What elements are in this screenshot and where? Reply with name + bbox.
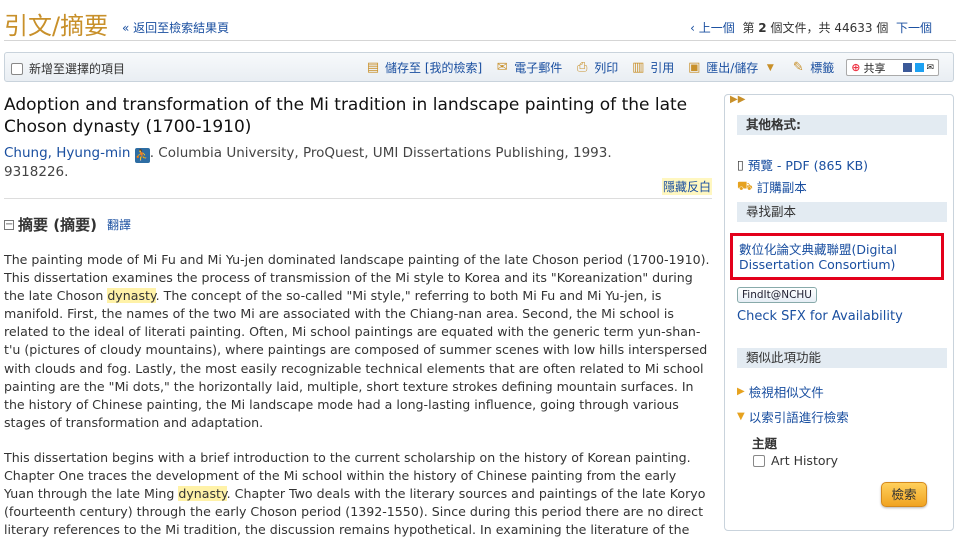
- add-selected-label: 新增至選擇的項目: [29, 62, 126, 76]
- document-main: Adoption and transformation of the Mi tr…: [4, 94, 712, 537]
- collapse-sidebar-icon[interactable]: ▶▶: [730, 94, 745, 105]
- next-document-link[interactable]: 下一個: [896, 21, 932, 35]
- cite-label: 引用: [650, 61, 675, 75]
- add-selected-checkbox[interactable]: [11, 62, 23, 75]
- share-label: 共享: [863, 61, 886, 75]
- preview-pdf-label: 預覽 - PDF (865 KB): [747, 158, 869, 173]
- export-save-button[interactable]: ▣ 匯出/儲存 ▼: [686, 59, 778, 76]
- result-pager: ‹ 上一個 第 2 個文件，共 44633 個 下一個: [690, 19, 932, 36]
- hide-highlight-link[interactable]: 隱藏反白: [661, 178, 712, 195]
- cart-icon: ⛟: [737, 178, 753, 193]
- other-formats-heading: 其他格式:: [737, 115, 947, 135]
- similar-features-heading: 類似此項功能: [737, 348, 947, 368]
- translate-link[interactable]: 翻譯: [107, 216, 131, 233]
- subject-checkbox[interactable]: [753, 454, 765, 467]
- email-button[interactable]: ✉ 電子郵件: [494, 59, 562, 76]
- cite-button[interactable]: ▥ 引用: [630, 59, 674, 76]
- share-button[interactable]: ⊕ 共享 ✉: [846, 59, 940, 76]
- current-document-number: 2: [758, 21, 767, 35]
- abstract-paragraph: This dissertation begins with a brief in…: [4, 449, 710, 539]
- index-term-search-link[interactable]: ▼ 以索引語進行檢索: [737, 407, 849, 426]
- expand-arrow-icon: ▶: [737, 386, 745, 397]
- document-title: Adoption and transformation of the Mi tr…: [4, 95, 688, 137]
- dropdown-arrow-icon: ▼: [766, 62, 774, 73]
- highlighted-term: dynasty: [107, 288, 156, 304]
- author-profile-icon[interactable]: ⛹: [134, 148, 150, 163]
- document-number: 9318226.: [4, 164, 69, 180]
- export-label: 匯出/儲存: [706, 61, 759, 75]
- document-byline: Chung, Hyung-min ⛹. Columbia University,…: [4, 144, 712, 182]
- abstract-text: The painting mode of Mi Fu and Mi Yu-jen…: [4, 251, 710, 539]
- preview-pdf-link[interactable]: ▯ 預覽 - PDF (865 KB): [737, 155, 868, 174]
- total-documents: 44633: [834, 21, 873, 35]
- view-similar-label: 檢視相似文件: [748, 385, 824, 400]
- order-copy-label: 訂購副本: [756, 180, 807, 195]
- sidebar-panel: ▶▶ 其他格式: ▯ 預覽 - PDF (865 KB) ⛟ 訂購副本 尋找副本…: [724, 94, 954, 531]
- subject-option: Art History: [753, 453, 838, 468]
- pager-text-b: 個文件，共: [770, 21, 831, 35]
- save-to-my-research-button[interactable]: ▤ 儲存至 [我的檢索]: [365, 59, 482, 76]
- printer-icon: ⎙: [577, 59, 588, 75]
- tag-icon: ✎: [792, 59, 804, 75]
- digital-dissertation-consortium-link[interactable]: 數位化論文典藏聯盟(Digital Dissertation Consortiu…: [739, 242, 941, 272]
- save-to-label: 儲存至 [我的檢索]: [385, 61, 483, 75]
- tags-label: 標籤: [810, 61, 835, 75]
- header-divider: [4, 40, 956, 41]
- subject-option-label: Art History: [771, 453, 839, 468]
- pager-text-c: 個: [876, 21, 889, 35]
- highlight-box: 數位化論文典藏聯盟(Digital Dissertation Consortiu…: [730, 233, 944, 280]
- find-copy-heading: 尋找副本: [737, 202, 947, 222]
- findit-button[interactable]: FindIt@NCHU: [737, 287, 817, 303]
- print-button[interactable]: ⎙ 列印: [574, 59, 618, 76]
- index-search-label: 以索引語進行檢索: [748, 410, 849, 425]
- abstract-paragraph: The painting mode of Mi Fu and Mi Yu-jen…: [4, 251, 710, 432]
- twitter-icon: [914, 63, 924, 72]
- print-label: 列印: [594, 61, 619, 75]
- document-icon: ▥: [632, 59, 645, 75]
- pdf-icon: ▯: [737, 157, 744, 172]
- check-sfx-link[interactable]: Check SFX for Availability: [737, 309, 903, 324]
- previous-document-link[interactable]: ‹ 上一個: [690, 21, 735, 35]
- highlighted-term: dynasty: [178, 486, 227, 502]
- publication-info: . Columbia University, ProQuest, UMI Dis…: [149, 145, 612, 161]
- folder-icon: ▤: [366, 59, 380, 75]
- abstract-text-segment: . The concept of the so-called "Mi style…: [4, 288, 708, 430]
- collapse-icon[interactable]: −: [4, 219, 14, 230]
- abstract-heading: − 摘要 (摘要) 翻譯: [4, 214, 131, 235]
- page-title: 引文/摘要: [4, 12, 109, 40]
- envelope-icon: ✉: [496, 59, 508, 75]
- view-similar-documents-link[interactable]: ▶ 檢視相似文件: [737, 382, 824, 401]
- action-toolbar: 新增至選擇的項目 ▤ 儲存至 [我的檢索] ✉ 電子郵件 ⎙ 列印 ▥ 引用 ▣…: [4, 52, 954, 82]
- tags-button[interactable]: ✎ 標籤: [790, 59, 834, 76]
- email-label: 電子郵件: [514, 61, 563, 75]
- subject-label: 主題: [752, 436, 778, 451]
- pager-text-a: 第: [742, 21, 755, 35]
- order-copy-link[interactable]: ⛟ 訂購副本: [737, 177, 807, 196]
- main-divider: [4, 198, 712, 199]
- disk-icon: ▣: [688, 59, 701, 75]
- collapse-arrow-icon: ▼: [737, 411, 745, 422]
- facebook-icon: [902, 63, 912, 72]
- search-button[interactable]: 檢索: [881, 482, 927, 507]
- email-share-icon: ✉: [926, 62, 935, 73]
- abstract-heading-text: 摘要 (摘要): [18, 216, 97, 234]
- addthis-icon: ⊕: [851, 61, 861, 74]
- author-link[interactable]: Chung, Hyung-min: [4, 145, 130, 161]
- back-to-results-link[interactable]: « 返回至檢索結果頁: [122, 19, 229, 36]
